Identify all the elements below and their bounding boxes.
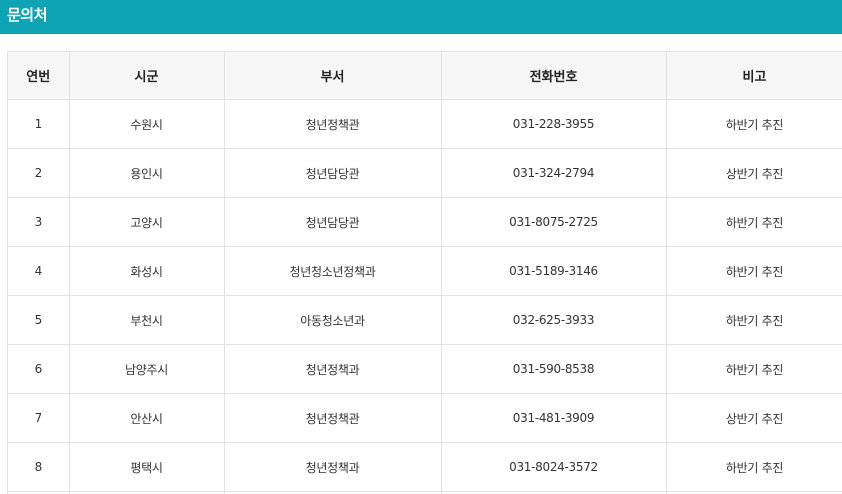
header-bar: 문의처 (0, 0, 842, 34)
cell-phone: 031-5189-3146 (441, 247, 666, 296)
cell-no: 6 (8, 345, 69, 394)
cell-note: 하반기 추진 (666, 296, 842, 345)
cell-department: 청년청소년정책과 (224, 247, 441, 296)
table-row: 8 평택시 청년정책과 031-8024-3572 하반기 추진 (8, 443, 842, 492)
cell-phone: 032-625-3933 (441, 296, 666, 345)
cell-department: 청년정책과 (224, 443, 441, 492)
cell-no: 3 (8, 198, 69, 247)
cell-city: 부천시 (69, 296, 224, 345)
cell-note: 하반기 추진 (666, 247, 842, 296)
cell-department: 아동청소년과 (224, 296, 441, 345)
cell-no: 4 (8, 247, 69, 296)
cell-note: 상반기 추진 (666, 394, 842, 443)
table-header-row: 연번 시군 부서 전화번호 비고 (8, 52, 842, 100)
column-header-department: 부서 (224, 52, 441, 100)
cell-city: 안산시 (69, 394, 224, 443)
cell-no: 2 (8, 149, 69, 198)
cell-department: 청년정책과 (224, 345, 441, 394)
table-row: 1 수원시 청년정책관 031-228-3955 하반기 추진 (8, 100, 842, 149)
column-header-city: 시군 (69, 52, 224, 100)
table-row: 3 고양시 청년담당관 031-8075-2725 하반기 추진 (8, 198, 842, 247)
cell-city: 화성시 (69, 247, 224, 296)
cell-no: 7 (8, 394, 69, 443)
cell-note: 하반기 추진 (666, 345, 842, 394)
cell-phone: 031-228-3955 (441, 100, 666, 149)
cell-department: 청년담당관 (224, 149, 441, 198)
contact-table-container: 연번 시군 부서 전화번호 비고 1 수원시 청년정책관 031-228-395… (7, 51, 842, 494)
table-row: 5 부천시 아동청소년과 032-625-3933 하반기 추진 (8, 296, 842, 345)
cell-city: 남양주시 (69, 345, 224, 394)
table-row: 7 안산시 청년정책관 031-481-3909 상반기 추진 (8, 394, 842, 443)
column-header-phone: 전화번호 (441, 52, 666, 100)
cell-no: 1 (8, 100, 69, 149)
cell-note: 하반기 추진 (666, 100, 842, 149)
cell-phone: 031-8024-3572 (441, 443, 666, 492)
cell-no: 5 (8, 296, 69, 345)
cell-note: 상반기 추진 (666, 149, 842, 198)
page-title: 문의처 (7, 5, 47, 25)
cell-city: 고양시 (69, 198, 224, 247)
cell-phone: 031-8075-2725 (441, 198, 666, 247)
cell-city: 수원시 (69, 100, 224, 149)
table-row: 6 남양주시 청년정책과 031-590-8538 하반기 추진 (8, 345, 842, 394)
cell-department: 청년정책관 (224, 394, 441, 443)
cell-phone: 031-590-8538 (441, 345, 666, 394)
cell-phone: 031-481-3909 (441, 394, 666, 443)
contact-table: 연번 시군 부서 전화번호 비고 1 수원시 청년정책관 031-228-395… (8, 52, 842, 494)
cell-city: 용인시 (69, 149, 224, 198)
table-row: 2 용인시 청년담당관 031-324-2794 상반기 추진 (8, 149, 842, 198)
cell-no: 8 (8, 443, 69, 492)
cell-phone: 031-324-2794 (441, 149, 666, 198)
cell-city: 평택시 (69, 443, 224, 492)
column-header-note: 비고 (666, 52, 842, 100)
column-header-no: 연번 (8, 52, 69, 100)
table-row: 4 화성시 청년청소년정책과 031-5189-3146 하반기 추진 (8, 247, 842, 296)
cell-note: 하반기 추진 (666, 443, 842, 492)
cell-department: 청년정책관 (224, 100, 441, 149)
cell-note: 하반기 추진 (666, 198, 842, 247)
cell-department: 청년담당관 (224, 198, 441, 247)
